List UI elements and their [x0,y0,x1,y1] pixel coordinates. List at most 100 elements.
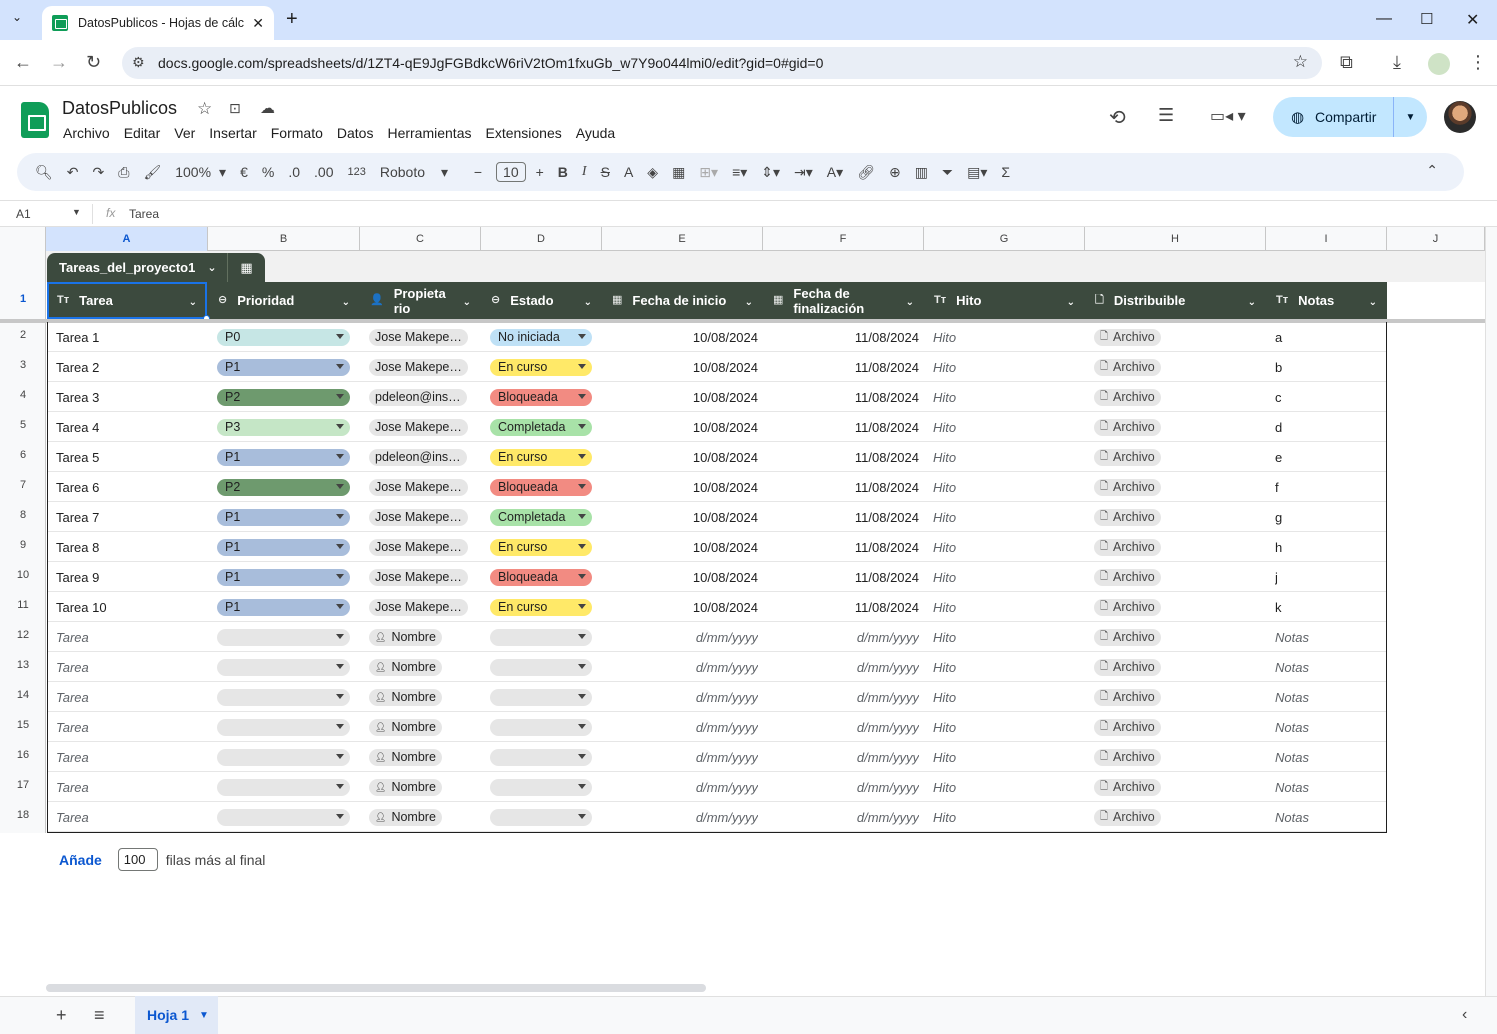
status-chip[interactable]: Completada [490,418,592,436]
cell-propietario[interactable]: 👤︎ Nombre [369,772,476,802]
cell-fecha-fin[interactable]: 11/08/2024 [772,412,919,442]
priority-chip[interactable]: P2 [217,478,350,496]
cell-notas[interactable]: Notas [1275,712,1382,742]
sheet-tab-hoja1[interactable]: Hoja 1 ▼ [135,996,218,1034]
cell-distribuible[interactable]: 🗋︎ Archivo [1094,322,1261,352]
row-header[interactable]: 17 [0,779,46,791]
sheets-logo-icon[interactable] [21,102,49,138]
file-chip[interactable]: 🗋︎ Archivo [1094,718,1161,736]
cell-fecha-inicio[interactable]: 10/08/2024 [611,592,758,622]
menu-editar[interactable]: Editar [124,125,161,141]
column-header-a[interactable]: A [46,227,208,251]
priority-chip[interactable]: P3 [217,418,350,436]
row-header[interactable]: 7 [0,479,46,491]
cell-fecha-fin[interactable]: 11/08/2024 [772,502,919,532]
cell-fecha-inicio[interactable]: d/mm/yyyy [611,622,758,652]
cell-distribuible[interactable]: 🗋︎ Archivo [1094,442,1261,472]
priority-chip[interactable]: P1 [217,538,350,556]
file-chip[interactable]: 🗋︎ Archivo [1094,478,1161,496]
chip-dropdown-icon[interactable] [578,663,586,669]
header-hito[interactable]: Tт Hito ⌄ [934,282,1083,319]
decrease-decimals-button[interactable]: .0 [288,164,300,180]
column-menu-chevron-icon[interactable]: ⌄ [584,295,592,310]
chip-dropdown-icon[interactable] [578,693,586,699]
cell-estado[interactable] [490,802,597,832]
cell-fecha-fin[interactable]: d/mm/yyyy [772,742,919,772]
cell-propietario[interactable]: 👤︎ Nombre [369,712,476,742]
status-chip[interactable]: En curso [490,448,592,466]
cell-prioridad[interactable] [217,802,355,832]
cell-estado[interactable]: En curso [490,442,597,472]
cell-propietario[interactable]: 👤︎ Nombre [369,682,476,712]
cell-fecha-inicio[interactable]: 10/08/2024 [611,502,758,532]
cell-hito[interactable]: Hito [933,592,1080,622]
chip-dropdown-icon[interactable] [336,453,344,459]
cell-fecha-fin[interactable]: d/mm/yyyy [772,712,919,742]
owner-placeholder-chip[interactable]: 👤︎ Nombre [369,658,442,676]
cell-fecha-fin[interactable]: 11/08/2024 [772,442,919,472]
header-fecha-inicio[interactable]: ▦ Fecha de inicio ⌄ [612,282,761,319]
status-chip[interactable]: Bloqueada [490,478,592,496]
cell-estado[interactable] [490,772,597,802]
status-chip[interactable]: En curso [490,538,592,556]
owner-placeholder-chip[interactable]: 👤︎ Nombre [369,808,442,826]
column-header-h[interactable]: H [1085,227,1266,251]
chip-dropdown-icon[interactable] [578,813,586,819]
borders-icon[interactable]: ▦ [672,164,685,181]
version-history-icon[interactable]: ⟲ [1109,105,1126,130]
cell-fecha-fin[interactable]: 11/08/2024 [772,352,919,382]
back-icon[interactable]: ← [14,52,32,73]
cell-hito[interactable]: Hito [933,442,1080,472]
priority-chip[interactable] [217,628,350,646]
cell-notas[interactable]: b [1275,352,1382,382]
browser-menu-icon[interactable]: ⋮ [1469,52,1487,73]
meet-camera-icon[interactable]: ▭◂ ▾ [1210,106,1246,126]
owner-chip[interactable]: Jose Makepe… [369,568,468,586]
forward-icon[interactable]: → [50,52,68,73]
cell-tarea[interactable]: Tarea [56,802,202,832]
tab-search-icon[interactable]: ⌄ [12,10,22,24]
cell-fecha-inicio[interactable]: 10/08/2024 [611,442,758,472]
document-title[interactable]: DatosPublicos [62,98,177,119]
explore-collapse-icon[interactable]: ‹ [1462,1006,1467,1024]
priority-chip[interactable]: P0 [217,328,350,346]
paint-format-icon[interactable]: 🖌︎ [143,164,161,181]
cell-fecha-fin[interactable]: 11/08/2024 [772,532,919,562]
cell-estado[interactable]: En curso [490,352,597,382]
downloads-icon[interactable]: ⤓ [1393,52,1401,73]
owner-chip[interactable]: Jose Makepe… [369,328,468,346]
cell-fecha-inicio[interactable]: d/mm/yyyy [611,682,758,712]
status-chip[interactable]: En curso [490,598,592,616]
add-rows-button[interactable]: Añade [59,852,102,868]
status-chip[interactable] [490,628,592,646]
font-size-decrease-icon[interactable]: − [474,164,482,180]
cell-hito[interactable]: Hito [933,772,1080,802]
chip-dropdown-icon[interactable] [578,633,586,639]
column-header-e[interactable]: E [602,227,763,251]
cell-notas[interactable]: d [1275,412,1382,442]
cell-estado[interactable] [490,712,597,742]
file-chip[interactable]: 🗋︎ Archivo [1094,418,1161,436]
insert-chart-icon[interactable]: ▥ [915,164,928,181]
filter-views-icon[interactable]: ▤▾ [967,164,987,181]
merge-cells-icon[interactable]: ⊞▾ [699,164,718,181]
cell-hito[interactable]: Hito [933,652,1080,682]
cell-propietario[interactable]: Jose Makepe… [369,472,476,502]
sheet-tab-menu-icon[interactable]: ▼ [199,1010,209,1021]
header-notas[interactable]: Tт Notas ⌄ [1276,282,1385,319]
row-header[interactable]: 16 [0,749,46,761]
cell-propietario[interactable]: Jose Makepe… [369,352,476,382]
cell-distribuible[interactable]: 🗋︎ Archivo [1094,352,1261,382]
file-chip[interactable]: 🗋︎ Archivo [1094,508,1161,526]
priority-chip[interactable] [217,688,350,706]
owner-placeholder-chip[interactable]: 👤︎ Nombre [369,628,442,646]
chip-dropdown-icon[interactable] [336,663,344,669]
chip-dropdown-icon[interactable] [578,513,586,519]
cell-fecha-inicio[interactable]: d/mm/yyyy [611,772,758,802]
cell-fecha-inicio[interactable]: 10/08/2024 [611,472,758,502]
cell-fecha-inicio[interactable]: 10/08/2024 [611,382,758,412]
menu-formato[interactable]: Formato [271,125,323,141]
priority-chip[interactable] [217,808,350,826]
minimize-icon[interactable]: — [1376,10,1392,28]
owner-placeholder-chip[interactable]: 👤︎ Nombre [369,718,442,736]
